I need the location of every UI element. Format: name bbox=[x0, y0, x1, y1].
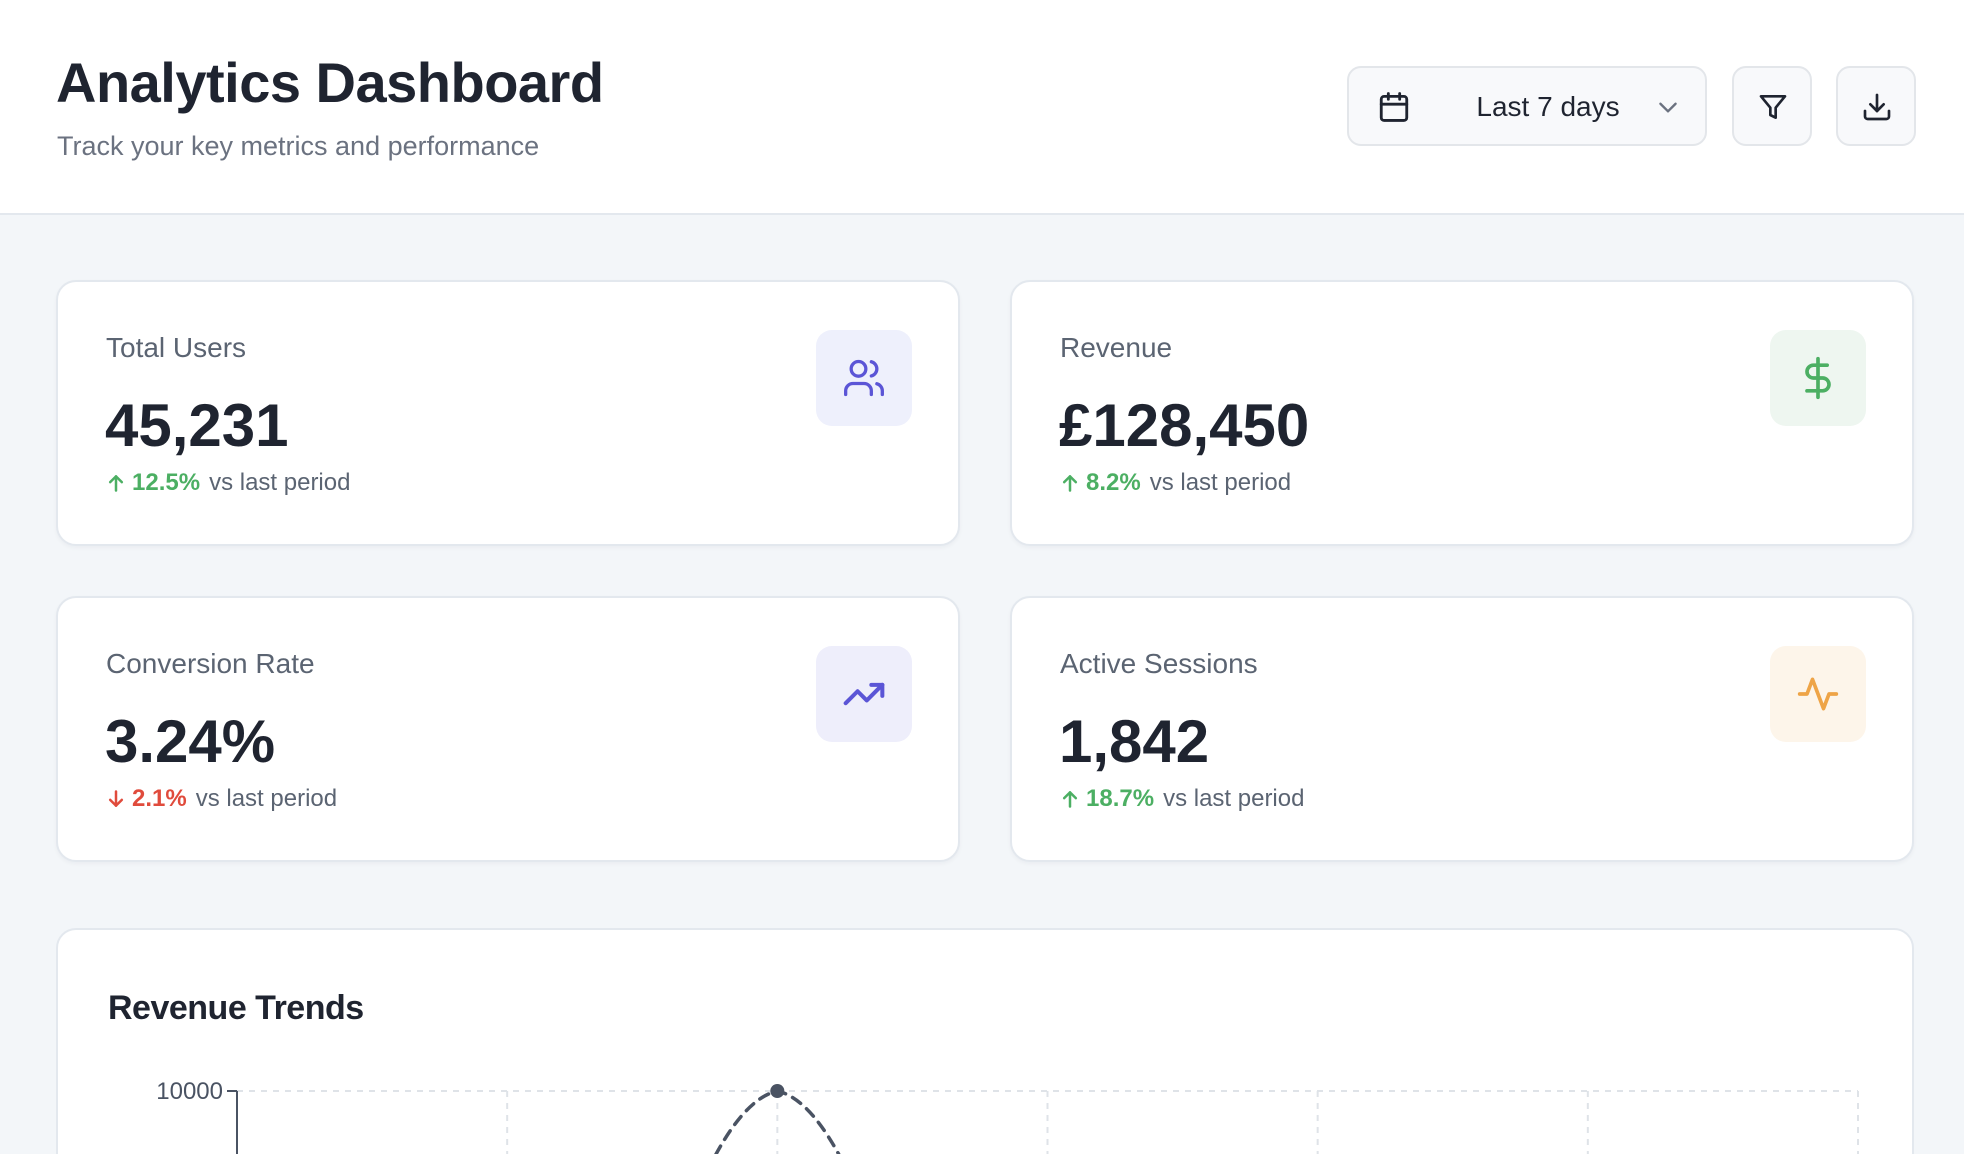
stat-value: 1,842 bbox=[1059, 708, 1210, 775]
chevron-down-icon bbox=[1659, 102, 1677, 113]
date-range-label: Last 7 days bbox=[1476, 91, 1620, 122]
stat-card-total-users: Total Users 45,231 12.5% vs last period bbox=[56, 280, 960, 546]
stat-change-percent: 18.7% bbox=[1086, 785, 1155, 812]
stat-change-percent: 2.1% bbox=[132, 785, 187, 812]
stat-change-suffix: vs last period bbox=[195, 785, 338, 812]
stat-card-active-sessions: Active Sessions 1,842 18.7% vs last peri… bbox=[1010, 596, 1914, 862]
stat-change-percent: 8.2% bbox=[1086, 469, 1141, 496]
page-header: Analytics Dashboard Track your key metri… bbox=[0, 0, 1964, 215]
stat-change: 8.2% vs last period bbox=[1060, 466, 1291, 500]
stat-value: £128,450 bbox=[1059, 392, 1310, 459]
chart-data-point bbox=[770, 1084, 785, 1098]
users-icon bbox=[816, 330, 912, 426]
page-subtitle: Track your key metrics and performance bbox=[57, 131, 540, 161]
stat-change-suffix: vs last period bbox=[209, 469, 351, 496]
stat-label: Total Users bbox=[106, 332, 247, 363]
stat-value: 3.24% bbox=[105, 708, 276, 775]
stat-change-suffix: vs last period bbox=[1163, 785, 1305, 812]
stat-change-percent: 12.5% bbox=[132, 469, 201, 496]
activity-icon bbox=[1770, 646, 1866, 742]
arrow-up-icon bbox=[1062, 791, 1078, 808]
dollar-icon bbox=[1770, 330, 1866, 426]
date-range-select[interactable]: Last 7 days bbox=[1347, 66, 1707, 146]
filter-icon bbox=[1759, 95, 1787, 119]
trending-up-icon bbox=[816, 646, 912, 742]
stat-card-conversion-rate: Conversion Rate 3.24% 2.1% vs last perio… bbox=[56, 596, 960, 862]
calendar-icon bbox=[1379, 92, 1409, 122]
stat-label: Active Sessions bbox=[1060, 648, 1258, 679]
stat-label: Revenue bbox=[1060, 332, 1173, 363]
stat-value: 45,231 bbox=[105, 392, 289, 459]
chart-y-tick-label: 10000 bbox=[156, 1078, 223, 1105]
revenue-trends-card: Revenue Trends 10000 bbox=[56, 928, 1914, 1154]
stat-change-suffix: vs last period bbox=[1149, 469, 1292, 496]
arrow-up-icon bbox=[1062, 475, 1078, 492]
stat-change: 12.5% vs last period bbox=[106, 466, 350, 500]
filter-button[interactable] bbox=[1732, 66, 1812, 146]
stat-change: 18.7% vs last period bbox=[1060, 782, 1304, 816]
arrow-up-icon bbox=[108, 475, 124, 492]
arrow-down-icon bbox=[108, 790, 124, 807]
page-title: Analytics Dashboard bbox=[56, 51, 604, 114]
stat-label: Conversion Rate bbox=[106, 648, 315, 679]
download-icon bbox=[1863, 93, 1891, 121]
download-button[interactable] bbox=[1836, 66, 1916, 146]
stat-change: 2.1% vs last period bbox=[106, 782, 337, 816]
stat-card-revenue: Revenue £128,450 8.2% vs last period bbox=[1010, 280, 1914, 546]
revenue-trends-chart: 10000 bbox=[156, 1078, 1859, 1154]
